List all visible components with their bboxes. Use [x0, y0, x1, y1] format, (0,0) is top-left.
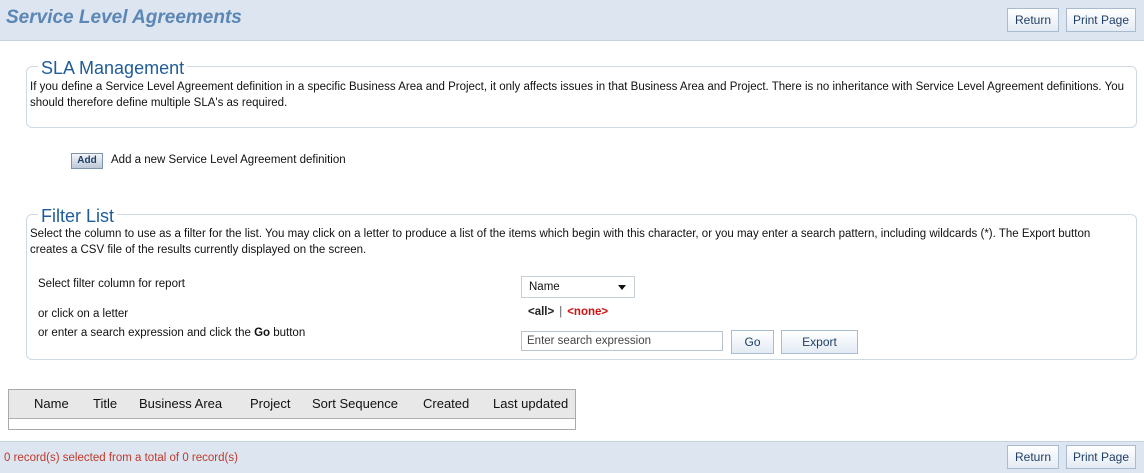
- filter-column-select[interactable]: Name: [521, 276, 635, 298]
- column-header-last-updated[interactable]: Last updated: [493, 396, 568, 411]
- letter-filter-label: or click on a letter: [38, 308, 129, 320]
- column-header-business-area[interactable]: Business Area: [139, 396, 222, 411]
- column-header-sort-sequence[interactable]: Sort Sequence: [312, 396, 398, 411]
- record-count-status: 0 record(s) selected from a total of 0 r…: [4, 452, 238, 464]
- add-description: Add a new Service Level Agreement defini…: [111, 154, 346, 166]
- sla-management-legend: SLA Management: [38, 58, 188, 78]
- header-bar: Service Level Agreements Return Print Pa…: [0, 0, 1144, 41]
- column-header-title[interactable]: Title: [93, 396, 117, 411]
- column-header-name[interactable]: Name: [34, 396, 69, 411]
- sla-management-description: If you define a Service Level Agreement …: [30, 81, 1124, 109]
- filter-column-label: Select filter column for report: [38, 278, 186, 290]
- go-button[interactable]: Go: [731, 330, 774, 354]
- filter-column-value: Name: [529, 281, 560, 293]
- letter-all-link[interactable]: <all>: [528, 306, 554, 318]
- sla-management-panel: SLA Management If you define a Service L…: [26, 58, 1137, 128]
- footer-print-page-button[interactable]: Print Page: [1066, 445, 1136, 469]
- letter-filter: <all> | <none>: [528, 306, 608, 318]
- filter-list-description: Select the column to use as a filter for…: [30, 228, 1091, 256]
- results-table: Name Title Business Area Project Sort Se…: [8, 389, 576, 430]
- return-button[interactable]: Return: [1007, 8, 1059, 32]
- page-title: Service Level Agreements: [6, 7, 242, 28]
- filter-list-legend: Filter List: [38, 206, 118, 226]
- footer-bar: 0 record(s) selected from a total of 0 r…: [0, 441, 1144, 473]
- add-button[interactable]: Add: [71, 153, 103, 169]
- search-label-go: Go: [254, 327, 271, 339]
- print-page-button[interactable]: Print Page: [1066, 8, 1136, 32]
- letter-none-link[interactable]: <none>: [567, 306, 608, 318]
- column-header-created[interactable]: Created: [423, 396, 469, 411]
- export-button[interactable]: Export: [781, 330, 858, 354]
- chevron-down-icon: [618, 285, 626, 290]
- search-input[interactable]: [521, 331, 723, 351]
- search-label-suffix: button: [270, 327, 306, 339]
- footer-return-button[interactable]: Return: [1007, 445, 1059, 469]
- column-header-project[interactable]: Project: [250, 396, 290, 411]
- table-header: Name Title Business Area Project Sort Se…: [9, 390, 575, 419]
- search-expression-label: or enter a search expression and click t…: [38, 327, 305, 339]
- letter-separator: |: [559, 306, 563, 318]
- search-label-prefix: or enter a search expression and click t…: [38, 327, 255, 339]
